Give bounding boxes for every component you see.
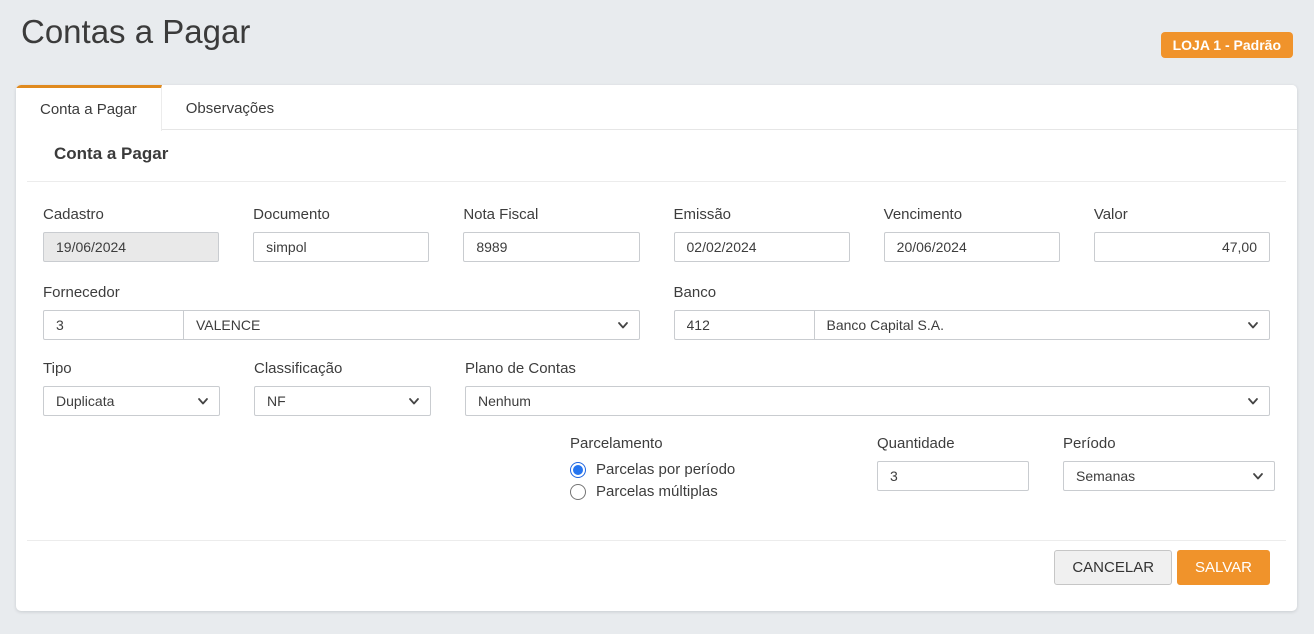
field-cadastro: Cadastro [43, 207, 219, 262]
periodo-select-wrap: Semanas [1063, 461, 1275, 491]
banco-label: Banco [674, 285, 1271, 301]
radio-label: Parcelas por período [596, 461, 735, 478]
tab-label: Observações [186, 100, 274, 117]
tab-observacoes[interactable]: Observações [162, 85, 298, 129]
form-content: Cadastro Documento Nota Fiscal Emissão V… [16, 207, 1297, 505]
radio-selected-icon [570, 462, 586, 478]
form-row-2: Fornecedor VALENCE Banco [43, 285, 1270, 340]
periodo-select[interactable]: Semanas [1063, 461, 1275, 491]
form-footer: CANCELAR SALVAR [27, 540, 1286, 585]
page-title: Contas a Pagar [21, 13, 1293, 51]
classificacao-label: Classificação [254, 361, 431, 377]
field-periodo: Período Semanas [1063, 436, 1275, 505]
nota-fiscal-input[interactable] [463, 232, 639, 262]
form-row-1: Cadastro Documento Nota Fiscal Emissão V… [43, 207, 1270, 262]
field-parcelamento: Parcelamento Parcelas por período Parcel… [570, 436, 843, 505]
main-panel: Conta a Pagar Observações Conta a Pagar … [16, 85, 1297, 611]
emissao-label: Emissão [674, 207, 850, 223]
quantidade-input[interactable] [877, 461, 1029, 491]
cancel-button[interactable]: CANCELAR [1054, 550, 1172, 585]
field-emissao: Emissão [674, 207, 850, 262]
save-button[interactable]: SALVAR [1177, 550, 1270, 585]
periodo-label: Período [1063, 436, 1275, 452]
field-quantidade: Quantidade [877, 436, 1029, 505]
banco-select[interactable]: Banco Capital S.A. [814, 310, 1271, 340]
banco-code-input[interactable] [674, 310, 815, 340]
valor-input[interactable] [1094, 232, 1270, 262]
tipo-select-wrap: Duplicata [43, 386, 220, 416]
classificacao-select[interactable]: NF [254, 386, 431, 416]
quantidade-label: Quantidade [877, 436, 1029, 452]
banco-combo: Banco Capital S.A. [674, 310, 1271, 340]
fornecedor-code-input[interactable] [43, 310, 184, 340]
tab-conta-a-pagar[interactable]: Conta a Pagar [16, 85, 162, 131]
radio-parcelas-por-periodo[interactable]: Parcelas por período [570, 461, 843, 478]
field-documento: Documento [253, 207, 429, 262]
documento-label: Documento [253, 207, 429, 223]
nota-fiscal-label: Nota Fiscal [463, 207, 639, 223]
field-valor: Valor [1094, 207, 1270, 262]
fornecedor-select[interactable]: VALENCE [183, 310, 640, 340]
radio-unselected-icon [570, 484, 586, 500]
radio-label: Parcelas múltiplas [596, 483, 718, 500]
field-plano-de-contas: Plano de Contas Nenhum [465, 361, 1270, 416]
field-fornecedor: Fornecedor VALENCE [43, 285, 640, 340]
parcelamento-label: Parcelamento [570, 436, 843, 452]
section-heading: Conta a Pagar [54, 144, 1259, 164]
cadastro-label: Cadastro [43, 207, 219, 223]
plano-de-contas-select[interactable]: Nenhum [465, 386, 1270, 416]
fornecedor-label: Fornecedor [43, 285, 640, 301]
page-header: Contas a Pagar LOJA 1 - Padrão [0, 0, 1314, 54]
field-banco: Banco Banco Capital S.A. [674, 285, 1271, 340]
valor-label: Valor [1094, 207, 1270, 223]
emissao-input[interactable] [674, 232, 850, 262]
field-vencimento: Vencimento [884, 207, 1060, 262]
plano-de-contas-select-wrap: Nenhum [465, 386, 1270, 416]
field-classificacao: Classificação NF [254, 361, 431, 416]
fornecedor-combo: VALENCE [43, 310, 640, 340]
radio-parcelas-multiplas[interactable]: Parcelas múltiplas [570, 483, 843, 500]
classificacao-select-wrap: NF [254, 386, 431, 416]
form-row-4: Parcelamento Parcelas por período Parcel… [570, 436, 1270, 505]
form-row-3: Tipo Duplicata Classificação NF [43, 361, 1270, 416]
banco-select-wrap: Banco Capital S.A. [814, 310, 1271, 340]
cadastro-input [43, 232, 219, 262]
documento-input[interactable] [253, 232, 429, 262]
tipo-select[interactable]: Duplicata [43, 386, 220, 416]
section-header: Conta a Pagar [27, 130, 1286, 182]
store-badge[interactable]: LOJA 1 - Padrão [1161, 32, 1293, 58]
field-tipo: Tipo Duplicata [43, 361, 220, 416]
vencimento-label: Vencimento [884, 207, 1060, 223]
tab-bar: Conta a Pagar Observações [16, 85, 1297, 130]
field-nota-fiscal: Nota Fiscal [463, 207, 639, 262]
plano-de-contas-label: Plano de Contas [465, 361, 1270, 377]
tipo-label: Tipo [43, 361, 220, 377]
vencimento-input[interactable] [884, 232, 1060, 262]
fornecedor-select-wrap: VALENCE [183, 310, 640, 340]
tab-label: Conta a Pagar [40, 101, 137, 118]
